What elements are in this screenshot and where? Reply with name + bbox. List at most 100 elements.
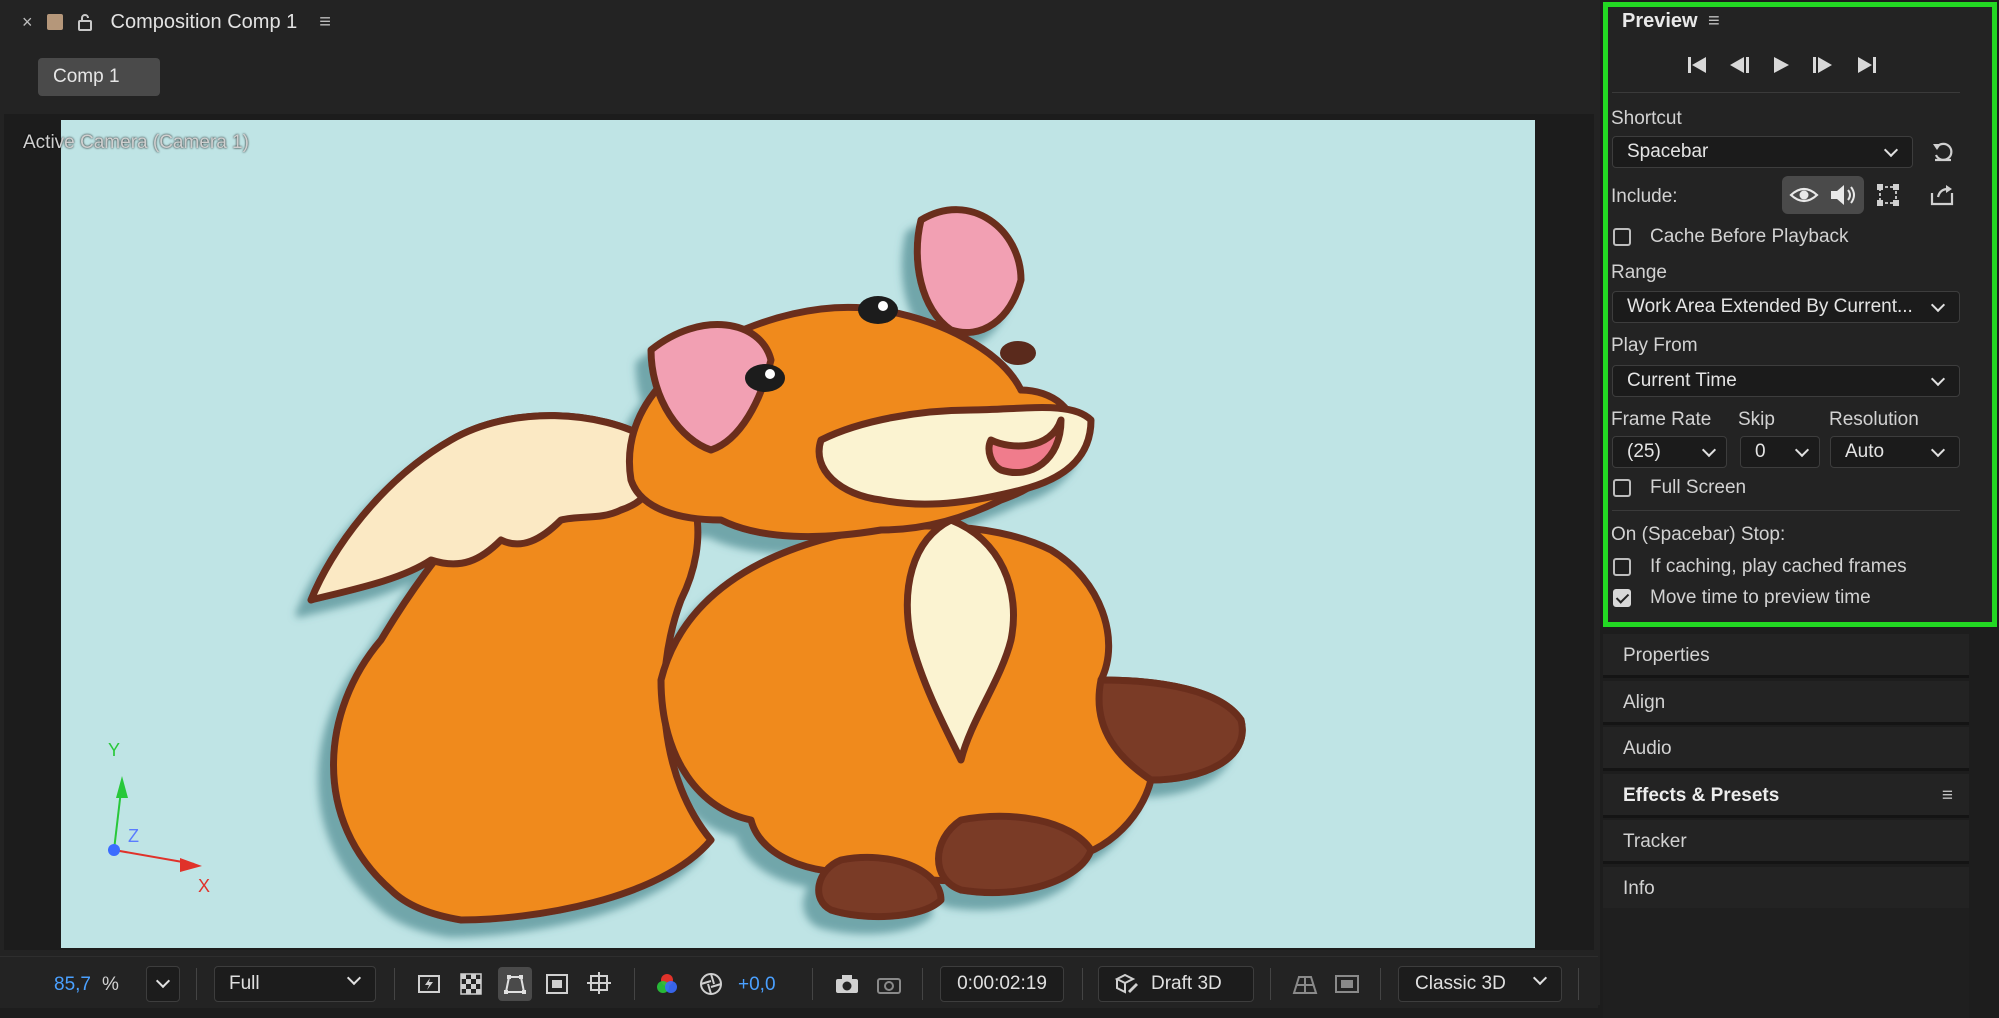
preview-divider (1612, 510, 1960, 511)
chevron-down-icon (346, 970, 362, 986)
align-panel-header[interactable]: Align (1603, 681, 1969, 725)
move-time-label: Move time to preview time (1650, 587, 1871, 608)
ground-plane-icon[interactable] (1290, 970, 1320, 998)
current-time-display[interactable]: 0:00:02:19 (940, 966, 1064, 1002)
align-panel-label: Align (1623, 692, 1666, 713)
info-panel-header[interactable]: Info (1603, 867, 1969, 911)
axis-x-label: X (198, 876, 210, 896)
chevron-down-icon (1883, 142, 1899, 158)
panel-menu-icon[interactable]: ≡ (319, 11, 331, 34)
properties-panel-label: Properties (1623, 645, 1710, 666)
panel-menu-icon[interactable]: ≡ (1942, 785, 1953, 807)
info-panel-label: Info (1623, 878, 1655, 899)
grid-guides-icon[interactable] (584, 970, 614, 998)
comp-color-swatch-icon[interactable] (46, 14, 63, 30)
zoom-value[interactable]: 85,7 (54, 974, 91, 996)
preview-divider (1612, 92, 1960, 93)
speaker-icon[interactable] (1826, 180, 1862, 210)
composition-canvas[interactable] (61, 120, 1535, 948)
fox-illustration (307, 206, 1246, 924)
toolbar-divider (812, 968, 813, 1000)
composition-panel-header: × Composition Comp 1 ≡ (0, 0, 1600, 44)
chevron-down-icon (1930, 297, 1946, 313)
play-icon[interactable] (1766, 52, 1796, 78)
play-from-label: Play From (1611, 335, 1698, 356)
exposure-value[interactable]: +0,0 (738, 974, 776, 996)
frame-rate-dropdown[interactable]: (25) (1612, 436, 1727, 468)
resolution-dropdown[interactable]: Full (214, 966, 376, 1002)
range-label: Range (1611, 262, 1667, 283)
chevron-down-icon (1930, 371, 1946, 387)
mask-visibility-icon[interactable] (498, 967, 532, 1001)
next-frame-icon[interactable] (1808, 52, 1838, 78)
move-time-checkbox[interactable] (1613, 589, 1631, 607)
shortcut-value: Spacebar (1627, 141, 1709, 162)
frame-rate-label: Frame Rate (1611, 409, 1712, 430)
export-icon[interactable] (1926, 180, 1958, 210)
chevron-down-icon (1930, 442, 1946, 458)
transparency-grid-icon[interactable] (456, 970, 486, 998)
skip-dropdown[interactable]: 0 (1740, 436, 1820, 468)
renderer-value: Classic 3D (1415, 973, 1506, 994)
cache-before-playback-checkbox[interactable] (1613, 228, 1631, 246)
tracker-panel-label: Tracker (1623, 831, 1687, 852)
reset-icon[interactable] (1928, 138, 1958, 166)
full-screen-label: Full Screen (1650, 477, 1747, 498)
zoom-unit: % (102, 974, 119, 995)
toolbar-divider (196, 968, 197, 1000)
renderer-dropdown[interactable]: Classic 3D (1398, 966, 1562, 1002)
toolbar-divider (922, 968, 923, 1000)
fast-previews-icon[interactable] (414, 970, 444, 998)
effects-presets-panel-label: Effects & Presets (1623, 785, 1780, 806)
chevron-down-icon (1532, 970, 1548, 986)
draft-3d-toggle[interactable]: Draft 3D (1098, 966, 1254, 1002)
active-camera-label: Active Camera (Camera 1) (23, 132, 249, 153)
properties-panel-header[interactable]: Properties (1603, 634, 1969, 678)
toolbar-divider (1578, 968, 1579, 1000)
show-snapshot-icon[interactable] (874, 970, 904, 998)
region-of-interest-icon[interactable] (542, 970, 572, 998)
draft-3d-icon (1113, 973, 1139, 995)
channel-rgb-icon[interactable] (652, 970, 682, 998)
composition-panel-title: Composition Comp 1 (110, 10, 298, 33)
close-icon[interactable]: × (22, 12, 33, 33)
full-screen-checkbox[interactable] (1613, 479, 1631, 497)
if-caching-checkbox[interactable] (1613, 558, 1631, 576)
frame-rate-value: (25) (1627, 441, 1661, 462)
toolbar-divider (394, 968, 395, 1000)
audio-panel-header[interactable]: Audio (1603, 727, 1969, 771)
shortcut-dropdown[interactable]: Spacebar (1612, 136, 1913, 168)
chevron-down-icon (1794, 442, 1810, 458)
toolbar-divider (634, 968, 635, 1000)
preview-panel-title: Preview (1622, 10, 1698, 32)
play-from-dropdown[interactable]: Current Time (1612, 365, 1960, 397)
skip-label: Skip (1738, 409, 1775, 430)
comp-tab[interactable]: Comp 1 (38, 58, 160, 96)
first-frame-icon[interactable] (1682, 52, 1712, 78)
empty-panel-area (1603, 908, 1969, 1018)
previous-frame-icon[interactable] (1724, 52, 1754, 78)
chevron-down-icon (155, 973, 171, 989)
effects-presets-panel-header[interactable]: Effects & Presets ≡ (1603, 774, 1969, 818)
toolbar-divider (1380, 968, 1381, 1000)
resolution-label: Resolution (1829, 409, 1919, 430)
on-stop-label: On (Spacebar) Stop: (1611, 524, 1786, 545)
panel-menu-icon[interactable]: ≡ (1708, 10, 1720, 33)
play-from-value: Current Time (1627, 370, 1737, 391)
snapshot-camera-icon[interactable] (832, 970, 862, 998)
axis-y-label: Y (108, 740, 120, 760)
chevron-down-icon (1701, 442, 1717, 458)
reset-exposure-icon[interactable] (696, 970, 726, 998)
include-label: Include: (1611, 186, 1678, 207)
eye-icon[interactable] (1786, 180, 1822, 210)
axis-gizmo: Y Z X (98, 736, 218, 896)
tracker-panel-header[interactable]: Tracker (1603, 820, 1969, 864)
overlay-layer-controls-icon[interactable] (1872, 180, 1904, 210)
range-dropdown[interactable]: Work Area Extended By Current... (1612, 291, 1960, 323)
resolution-value: Full (229, 973, 260, 994)
unlock-icon[interactable] (77, 13, 93, 31)
extended-viewer-icon[interactable] (1332, 970, 1362, 998)
zoom-dropdown[interactable] (146, 966, 180, 1002)
preview-resolution-dropdown[interactable]: Auto (1830, 436, 1960, 468)
last-frame-icon[interactable] (1852, 52, 1882, 78)
